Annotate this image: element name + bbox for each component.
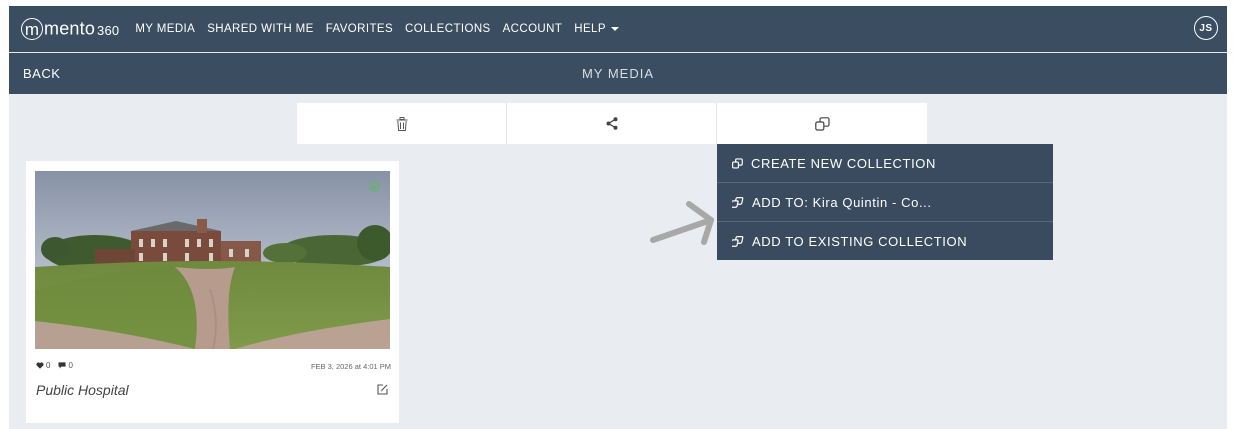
media-title: Public Hospital bbox=[36, 382, 129, 398]
page-title: MY MEDIA bbox=[581, 66, 655, 81]
annotation-arrow-icon bbox=[650, 201, 714, 245]
nav-favorites[interactable]: FAVORITES bbox=[326, 23, 393, 35]
selected-check-icon bbox=[369, 181, 380, 192]
comment-icon bbox=[58, 362, 66, 369]
trash-icon bbox=[396, 116, 407, 131]
add-collection-icon bbox=[732, 235, 744, 247]
caret-down-icon bbox=[610, 26, 619, 31]
logo-text: m mento bbox=[21, 18, 95, 40]
share-icon bbox=[606, 117, 617, 130]
media-action-toolbar bbox=[297, 103, 927, 144]
panorama-thumbnail[interactable] bbox=[35, 171, 390, 349]
nav-account[interactable]: ACCOUNT bbox=[503, 23, 563, 35]
nav-help[interactable]: HELP bbox=[574, 23, 619, 35]
menu-item-label: ADD TO EXISTING COLLECTION bbox=[752, 233, 968, 249]
user-avatar[interactable]: JS bbox=[1194, 16, 1218, 40]
heart-icon bbox=[36, 362, 44, 369]
collection-icon bbox=[814, 116, 830, 131]
nav-shared-with-me[interactable]: SHARED WITH ME bbox=[207, 23, 314, 35]
likes-stat: 0 bbox=[36, 361, 50, 370]
comments-count: 0 bbox=[68, 361, 73, 370]
sub-header: BACK MY MEDIA bbox=[9, 53, 1227, 94]
create-new-collection-item[interactable]: CREATE NEW COLLECTION bbox=[717, 144, 1053, 183]
top-navbar: m mento 360 MY MEDIA SHARED WITH ME FAVOR… bbox=[9, 6, 1227, 52]
edit-icon[interactable] bbox=[377, 384, 388, 395]
add-to-existing-collection-item[interactable]: ADD TO EXISTING COLLECTION bbox=[717, 222, 1053, 260]
share-button[interactable] bbox=[507, 103, 717, 144]
nav-my-media[interactable]: MY MEDIA bbox=[135, 23, 195, 35]
nav-collections[interactable]: COLLECTIONS bbox=[405, 23, 491, 35]
nav-help-label: HELP bbox=[574, 23, 606, 35]
collection-button[interactable] bbox=[717, 103, 927, 144]
media-stats: 0 0 bbox=[36, 361, 81, 370]
media-date: FEB 3, 2026 at 4:01 PM bbox=[310, 362, 391, 371]
momento360-logo[interactable]: m mento 360 bbox=[21, 18, 119, 40]
main-nav: MY MEDIA SHARED WITH ME FAVORITES COLLEC… bbox=[135, 23, 631, 35]
likes-count: 0 bbox=[46, 361, 51, 370]
collection-dropdown-menu: CREATE NEW COLLECTION ADD TO: Kira Quint… bbox=[717, 144, 1053, 260]
comments-stat: 0 bbox=[58, 361, 73, 370]
collection-icon bbox=[732, 157, 743, 169]
media-card[interactable]: 0 0 FEB 3, 2026 at 4:01 PM Public Hospit… bbox=[26, 161, 399, 423]
logo-number: 360 bbox=[97, 23, 120, 38]
menu-item-label: CREATE NEW COLLECTION bbox=[751, 155, 936, 171]
add-collection-icon bbox=[732, 196, 744, 208]
add-to-recent-collection-item[interactable]: ADD TO: Kira Quintin - Co... bbox=[717, 183, 1053, 222]
menu-item-label: ADD TO: Kira Quintin - Co... bbox=[752, 194, 932, 210]
delete-button[interactable] bbox=[297, 103, 507, 144]
